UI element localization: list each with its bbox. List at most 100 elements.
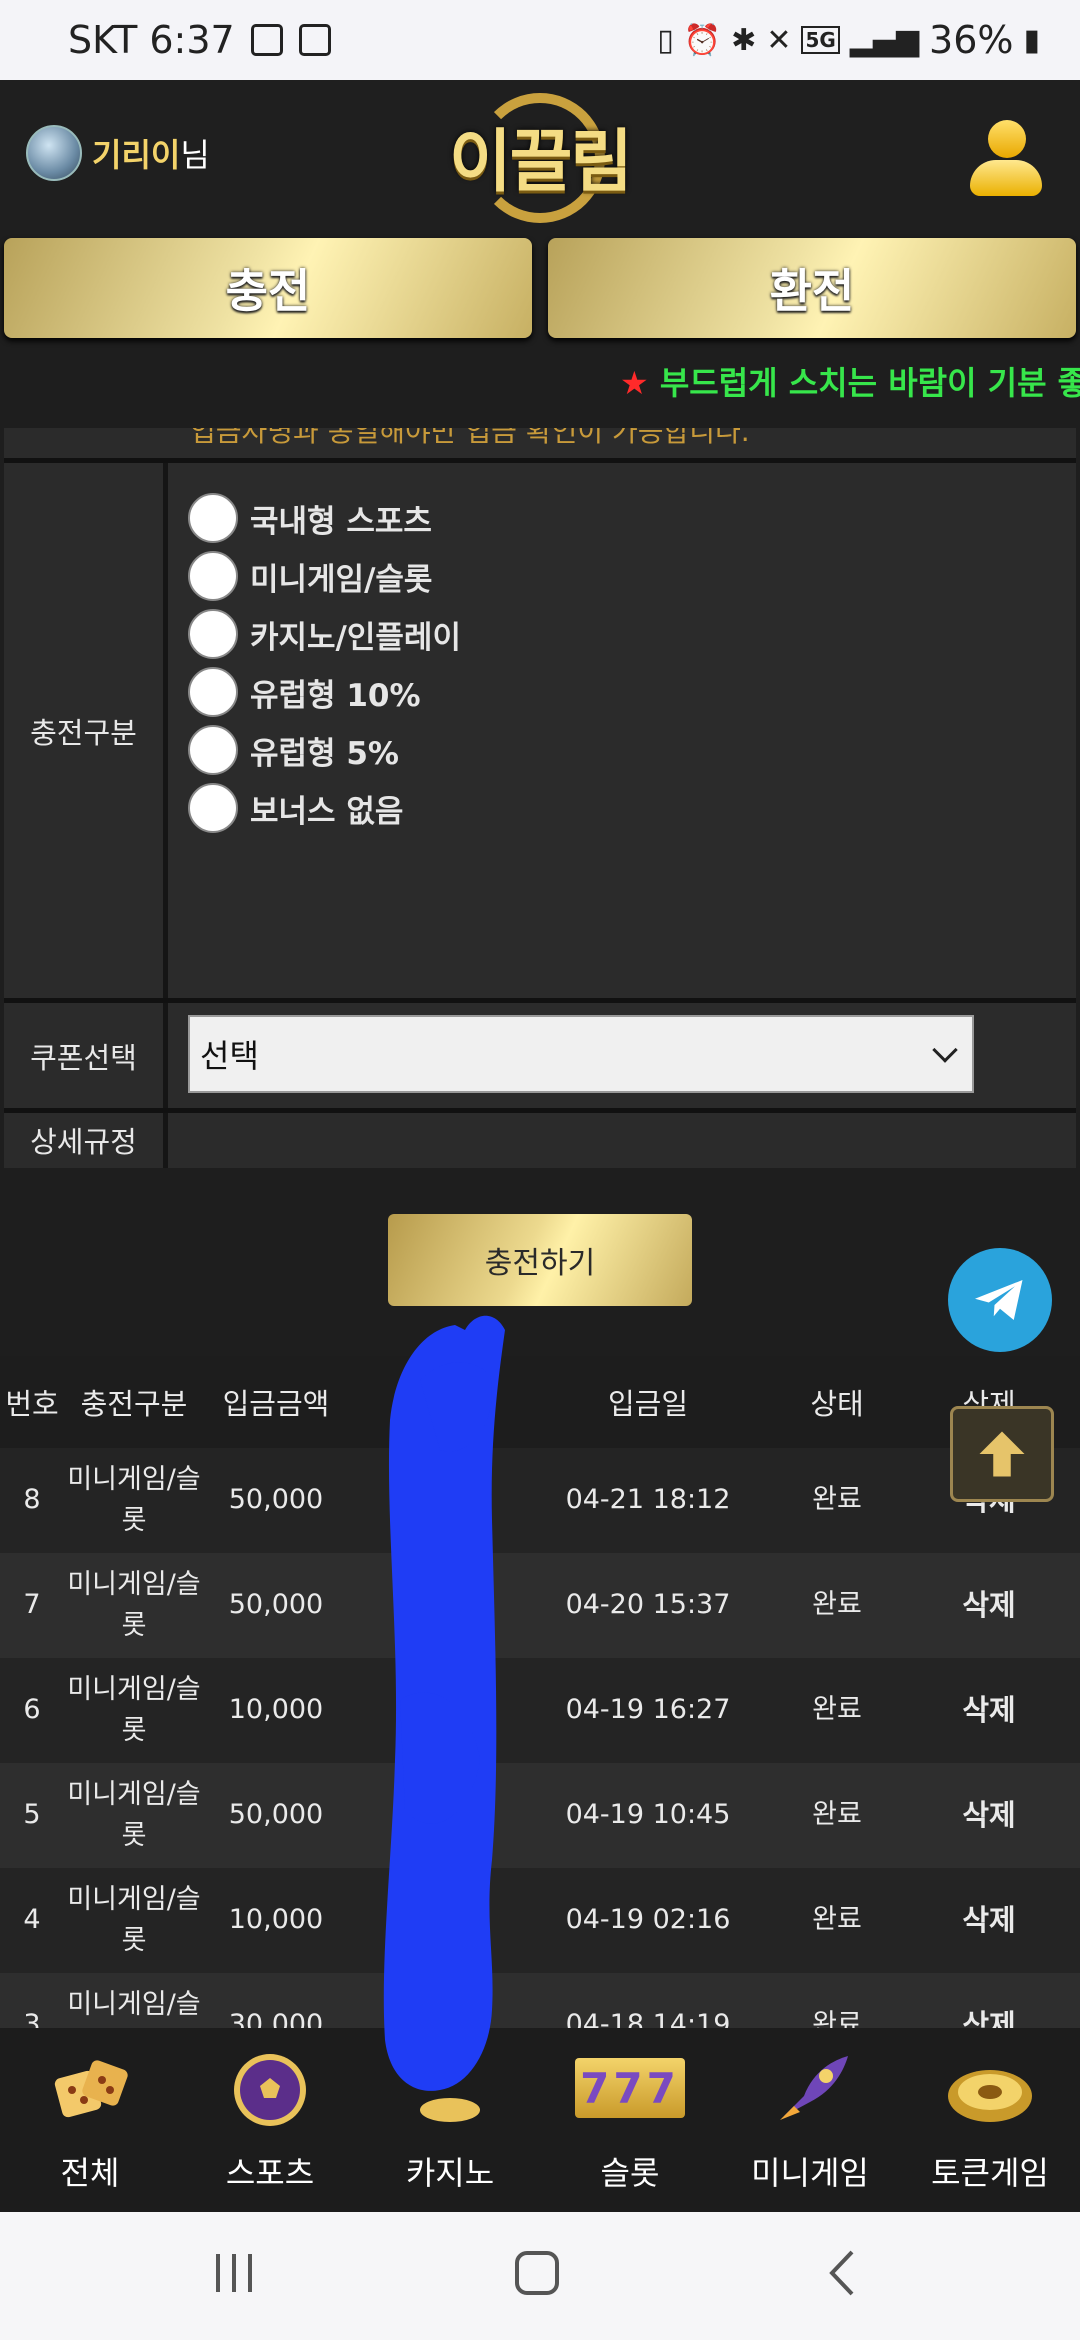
radio-circle-icon[interactable] [188,609,238,659]
nav-all[interactable]: 전체 [0,2028,180,2212]
radio-option-domestic-sports[interactable]: 국내형 스포츠 [188,493,432,543]
telegram-button[interactable] [948,1248,1052,1352]
header-date: 입금일 [607,1387,689,1421]
cell-amount: 10,000 [228,1904,324,1936]
nav-label: 전체 [60,2154,120,2192]
submit-charge-button[interactable]: 충전하기 [388,1214,692,1306]
radio-circle-icon[interactable] [188,667,238,717]
alarm-icon: ⏰ [683,22,722,58]
table-row: 4 미니게임/슬롯 10,000 04-19 02:16 완료 삭제 [0,1868,1080,1973]
marquee-text: 부드럽게 스치는 바람이 기분 좋은 [659,364,1080,402]
cell-type: 미니게임/슬롯 [67,1674,201,1746]
header-no: 번호 [5,1387,59,1421]
radio-circle-icon[interactable] [188,493,238,543]
recent-apps-icon[interactable] [212,2248,256,2298]
delete-button[interactable]: 삭제 [902,1553,1076,1658]
nav-label: 미니게임 [751,2154,869,2192]
radio-circle-icon[interactable] [188,725,238,775]
signal-icon: ▂▄▆ [849,22,920,58]
site-logo[interactable]: 이끌림 [445,85,635,225]
slot-777-text: 777 [580,2063,680,2113]
slot-777-icon: 777 [575,2058,685,2118]
status-bar: SKT 6:37 ▯ ⏰ ✱ ✕ 5G ▂▄▆ 36% ▮ [0,0,1080,80]
cell-status: 완료 [812,2009,862,2028]
rules-row: 상세규정 [4,1108,1076,1168]
radio-label: 카지노/인플레이 [250,619,461,656]
nav-minigame[interactable]: 미니게임 [720,2028,900,2212]
radio-label: 유럽형 5% [250,735,399,772]
scroll-to-top-button[interactable] [950,1406,1054,1502]
home-icon[interactable] [512,2248,562,2298]
nav-label: 슬롯 [600,2154,660,2192]
game-category-nav: 전체 스포츠 카지노 777 슬롯 미니게임 토큰게임 [0,2028,1080,2212]
table-row: 5 미니게임/슬롯 50,000 04-19 10:45 완료 삭제 [0,1763,1080,1868]
cell-status: 완료 [812,1694,862,1726]
roulette-icon [948,2070,1032,2122]
radio-option-euro-10[interactable]: 유럽형 10% [188,667,421,717]
chevron-down-icon [932,1037,958,1063]
radio-label: 미니게임/슬롯 [250,561,433,598]
system-nav-bar [0,2212,1080,2340]
header-status: 상태 [810,1387,864,1421]
delete-button[interactable]: 삭제 [902,1658,1076,1763]
charge-type-row: 충전구분 국내형 스포츠 미니게임/슬롯 카지노/인플레이 유럽형 10% 유럽… [4,458,1076,998]
cell-date: 04-19 02:16 [565,1904,731,1936]
nav-token-game[interactable]: 토큰게임 [900,2028,1080,2212]
delete-button[interactable]: 삭제 [902,1973,1076,2028]
cell-type: 미니게임/슬롯 [67,1569,201,1641]
exchange-button[interactable]: 환전 [548,238,1076,338]
cell-amount: 50,000 [228,1484,324,1516]
nav-casino[interactable]: 카지노 [360,2028,540,2212]
charge-type-label: 충전구분 [4,463,168,998]
profile-icon[interactable] [970,120,1042,200]
radio-option-casino-inplay[interactable]: 카지노/인플레이 [188,609,461,659]
carrier-time: SKT 6:37 [68,18,235,62]
nav-slot[interactable]: 777 슬롯 [540,2028,720,2212]
charge-type-options: 국내형 스포츠 미니게임/슬롯 카지노/인플레이 유럽형 10% 유럽형 5% … [174,463,1076,998]
header-amount: 입금금액 [222,1387,330,1421]
radio-option-euro-5[interactable]: 유럽형 5% [188,725,399,775]
cell-type: 미니게임/슬롯 [67,1884,201,1956]
battery-icon: ▮ [1023,22,1040,58]
rules-label: 상세규정 [4,1113,168,1168]
radio-circle-icon[interactable] [188,783,238,833]
delete-button[interactable]: 삭제 [902,1763,1076,1868]
cell-amount: 50,000 [228,1799,324,1831]
app-notification-icon [298,24,331,56]
site-header: 기리이님 이끌림 [0,80,1080,230]
back-icon[interactable] [822,2248,862,2298]
arrow-up-icon [979,1431,1025,1477]
soccer-ball-icon [234,2054,306,2126]
cell-status: 완료 [812,1589,862,1621]
bluetooth-icon: ✱ [731,22,757,58]
radio-label: 국내형 스포츠 [250,503,432,540]
nav-label: 카지노 [405,2154,495,2192]
cell-status: 완료 [812,1484,862,1516]
cell-date: 04-20 15:37 [565,1589,731,1621]
network-5g-icon: 5G [801,26,840,54]
cell-type: 미니게임/슬롯 [67,1779,201,1851]
cell-status: 완료 [812,1904,862,1936]
radio-option-no-bonus[interactable]: 보너스 없음 [188,783,403,833]
coupon-select[interactable]: 선택 [188,1015,974,1093]
cell-date: 04-21 18:12 [565,1484,731,1516]
charge-button[interactable]: 충전 [4,238,532,338]
radio-label: 보너스 없음 [250,793,404,830]
table-row: 8 미니게임/슬롯 50,000 04-21 18:12 완료 삭제 [0,1448,1080,1553]
user-greeting[interactable]: 기리이님 [26,125,210,181]
delete-button[interactable]: 삭제 [902,1868,1076,1973]
coupon-selected-value: 선택 [200,1037,259,1075]
rank-badge-icon [26,125,82,181]
cell-date: 04-19 16:27 [565,1694,731,1726]
cell-status: 완료 [812,1799,862,1831]
table-row: 6 미니게임/슬롯 10,000 04-19 16:27 완료 삭제 [0,1658,1080,1763]
radio-option-minigame-slot[interactable]: 미니게임/슬롯 [188,551,432,601]
battery-percent: 36% [929,18,1014,62]
cell-type: 미니게임/슬롯 [67,1464,201,1536]
nav-sports[interactable]: 스포츠 [180,2028,360,2212]
cell-type: 미니게임/슬롯 [67,1989,201,2020]
cell-date: 04-19 10:45 [565,1799,731,1831]
radio-circle-icon[interactable] [188,551,238,601]
radio-label: 유럽형 10% [250,677,421,714]
rocket-icon [780,2056,848,2120]
